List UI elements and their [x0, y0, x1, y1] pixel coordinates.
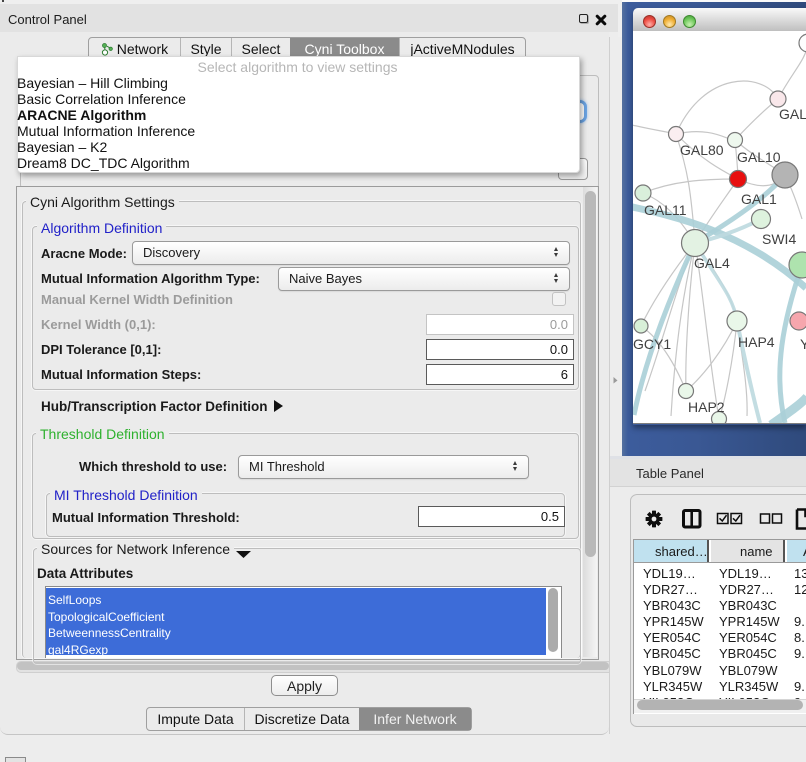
svg-text:SWI4: SWI4: [762, 231, 796, 247]
svg-text:GAL10: GAL10: [737, 149, 781, 165]
svg-text:GAL4: GAL4: [694, 255, 730, 271]
svg-text:HAP4: HAP4: [738, 334, 775, 350]
svg-text:GAL11: GAL11: [644, 202, 687, 218]
svg-text:GCY1: GCY1: [633, 336, 671, 352]
svg-text:HAP2: HAP2: [688, 399, 725, 415]
svg-text:GAL80: GAL80: [680, 142, 724, 158]
svg-text:GAL1: GAL1: [741, 191, 777, 207]
svg-text:GAL2: GAL2: [779, 106, 806, 122]
svg-text:Y: Y: [800, 336, 806, 352]
